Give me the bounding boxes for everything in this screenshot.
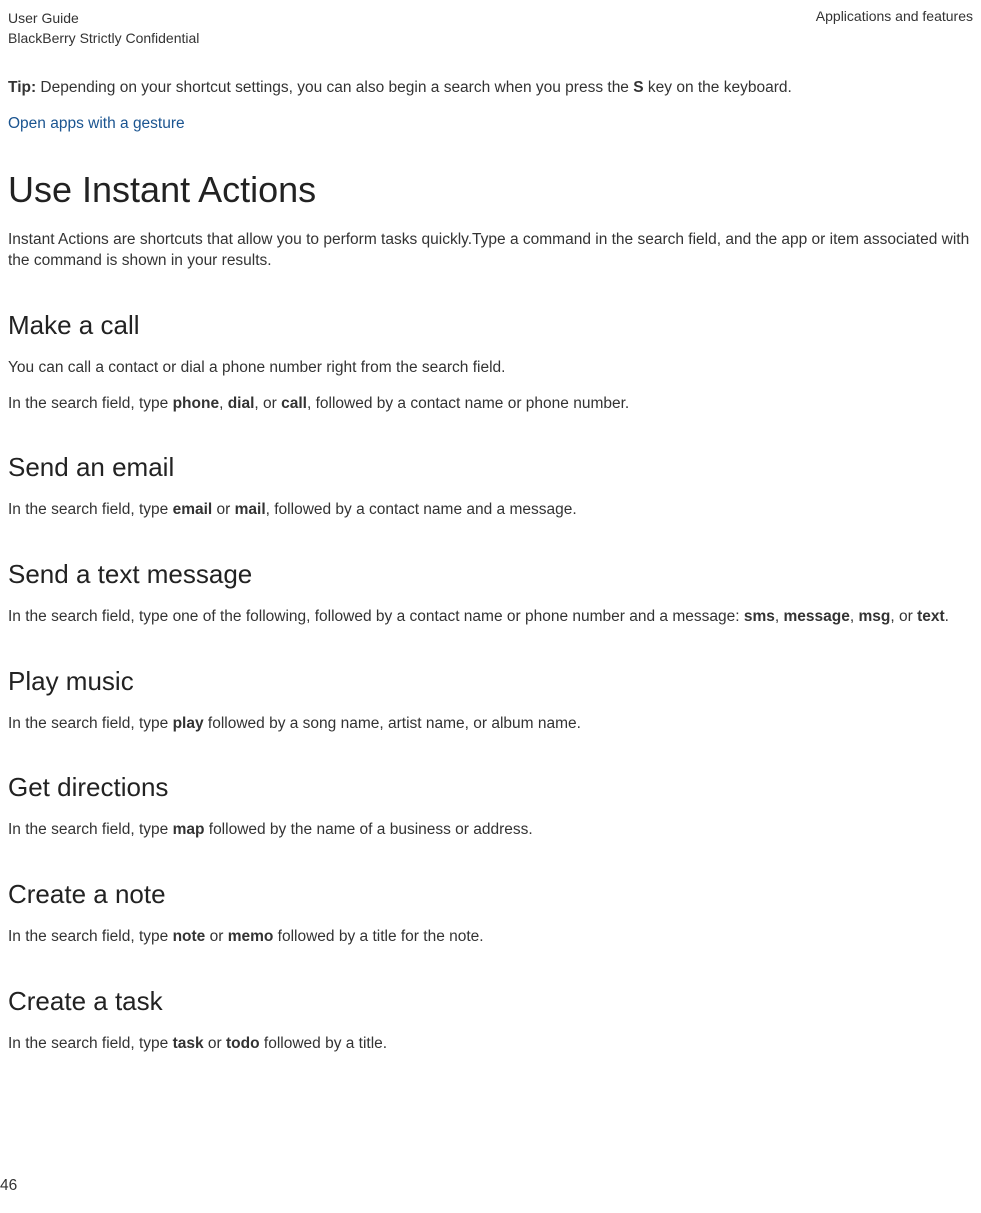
send-text-p1-after: . — [945, 608, 949, 625]
play-music-p1-b1: play — [173, 715, 204, 732]
send-email-p1-b2: mail — [235, 501, 266, 518]
get-directions-p1-b1: map — [173, 821, 205, 838]
send-text-p1: In the search field, type one of the fol… — [8, 606, 973, 628]
tip-text-before: Depending on your shortcut settings, you… — [36, 79, 633, 96]
section-make-call-title: Make a call — [8, 310, 973, 341]
header-right: Applications and features — [816, 8, 973, 24]
create-note-p1-b1: note — [173, 928, 206, 945]
create-task-p1-mid: or — [204, 1035, 226, 1052]
tip-text-after: key on the keyboard. — [644, 79, 792, 96]
play-music-p1-after: followed by a song name, artist name, or… — [204, 715, 581, 732]
make-call-p2-before: In the search field, type — [8, 395, 173, 412]
make-call-p2-b1: phone — [173, 395, 220, 412]
section-play-music-title: Play music — [8, 666, 973, 697]
send-text-p1-mid3: , or — [890, 608, 917, 625]
section-create-note-title: Create a note — [8, 879, 973, 910]
make-call-p1: You can call a contact or dial a phone n… — [8, 357, 973, 379]
create-task-p1: In the search field, type task or todo f… — [8, 1033, 973, 1055]
get-directions-p1-before: In the search field, type — [8, 821, 173, 838]
create-note-p1-b2: memo — [228, 928, 274, 945]
send-text-p1-b3: msg — [858, 608, 890, 625]
make-call-p2-mid2: , or — [254, 395, 281, 412]
section-get-directions-title: Get directions — [8, 772, 973, 803]
send-text-p1-b1: sms — [744, 608, 775, 625]
make-call-p2-b3: call — [281, 395, 307, 412]
send-email-p1-mid: or — [212, 501, 234, 518]
section-send-text-title: Send a text message — [8, 559, 973, 590]
send-email-p1: In the search field, type email or mail,… — [8, 499, 973, 521]
get-directions-p1-after: followed by the name of a business or ad… — [204, 821, 532, 838]
page-number: 46 — [0, 1177, 17, 1195]
tip-label: Tip: — [8, 79, 36, 96]
send-text-p1-b4: text — [917, 608, 945, 625]
page-title: Use Instant Actions — [8, 169, 973, 211]
create-task-p1-after: followed by a title. — [260, 1035, 388, 1052]
header-confidential: BlackBerry Strictly Confidential — [8, 28, 199, 48]
make-call-p2: In the search field, type phone, dial, o… — [8, 393, 973, 415]
create-task-p1-b1: task — [173, 1035, 204, 1052]
open-apps-link[interactable]: Open apps with a gesture — [8, 115, 973, 133]
get-directions-p1: In the search field, type map followed b… — [8, 819, 973, 841]
tip-key: S — [633, 79, 643, 96]
send-text-p1-mid1: , — [775, 608, 784, 625]
intro-text: Instant Actions are shortcuts that allow… — [8, 229, 973, 272]
make-call-p2-after: , followed by a contact name or phone nu… — [307, 395, 629, 412]
tip-paragraph: Tip: Depending on your shortcut settings… — [8, 79, 973, 97]
section-create-task-title: Create a task — [8, 986, 973, 1017]
header-user-guide: User Guide — [8, 8, 199, 28]
send-text-p1-b2: message — [784, 608, 850, 625]
send-text-p1-before: In the search field, type one of the fol… — [8, 608, 744, 625]
header-left: User Guide BlackBerry Strictly Confident… — [8, 8, 199, 49]
play-music-p1: In the search field, type play followed … — [8, 713, 973, 735]
send-email-p1-before: In the search field, type — [8, 501, 173, 518]
create-note-p1-after: followed by a title for the note. — [273, 928, 483, 945]
create-note-p1-before: In the search field, type — [8, 928, 173, 945]
send-email-p1-after: , followed by a contact name and a messa… — [266, 501, 577, 518]
make-call-p2-mid1: , — [219, 395, 228, 412]
create-task-p1-b2: todo — [226, 1035, 260, 1052]
make-call-p2-b2: dial — [228, 395, 255, 412]
create-note-p1-mid: or — [205, 928, 227, 945]
page-header: User Guide BlackBerry Strictly Confident… — [8, 8, 973, 49]
send-email-p1-b1: email — [173, 501, 213, 518]
section-send-email-title: Send an email — [8, 452, 973, 483]
create-note-p1: In the search field, type note or memo f… — [8, 926, 973, 948]
play-music-p1-before: In the search field, type — [8, 715, 173, 732]
create-task-p1-before: In the search field, type — [8, 1035, 173, 1052]
